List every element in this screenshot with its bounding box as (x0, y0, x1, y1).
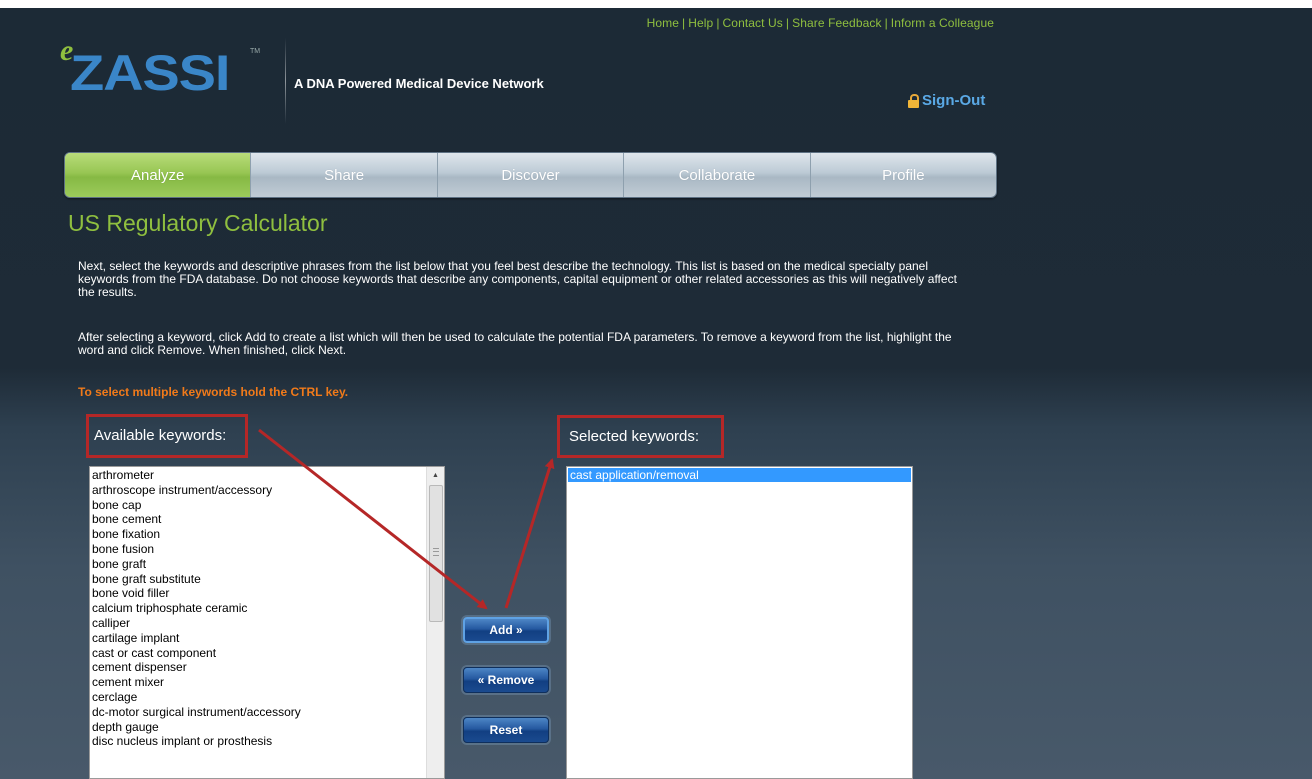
selected-keywords-items: cast application/removal (567, 468, 912, 482)
available-keyword-option[interactable]: cerclage (92, 690, 444, 705)
contact-us-link[interactable]: Contact Us (723, 16, 783, 30)
available-keyword-option[interactable]: cement mixer (92, 675, 444, 690)
tab-collaborate[interactable]: Collaborate (624, 153, 811, 197)
available-keywords-items: arthrometer arthroscope instrument/access… (90, 467, 444, 749)
ezassi-logo[interactable]: e ZASSI TM (60, 34, 260, 110)
available-keyword-option[interactable]: disc nucleus implant or prosthesis (92, 734, 444, 749)
available-keyword-option[interactable]: cast or cast component (92, 646, 444, 661)
available-list-scrollbar[interactable]: ▲ (426, 467, 444, 778)
available-keyword-option[interactable]: bone graft (92, 557, 444, 572)
separator: | (785, 16, 790, 30)
top-links: Home | Help | Contact Us | Share Feedback | Info… (647, 16, 994, 30)
main-nav: Analyze Share Discover Collaborate Profi… (64, 152, 997, 198)
logo-wordmark: ZASSI (70, 45, 230, 101)
available-keyword-option[interactable]: bone fusion (92, 542, 444, 557)
inform-colleague-link[interactable]: Inform a Colleague (891, 16, 994, 30)
available-keyword-option[interactable]: arthrometer (92, 468, 444, 483)
ctrl-key-hint: To select multiple keywords hold the CTR… (78, 385, 349, 399)
header-divider (285, 38, 286, 124)
add-button[interactable]: Add » (463, 617, 549, 643)
separator: | (716, 16, 720, 30)
available-keyword-option[interactable]: bone graft substitute (92, 572, 444, 587)
selected-keywords-label: Selected keywords: (569, 428, 700, 445)
available-keyword-option[interactable]: bone cap (92, 498, 444, 513)
separator: | (884, 16, 888, 30)
available-keyword-option[interactable]: depth gauge (92, 720, 444, 735)
available-keyword-option[interactable]: calcium triphosphate ceramic (92, 601, 444, 616)
available-keyword-option[interactable]: bone void filler (92, 586, 444, 601)
arrow-add-to-selected (504, 458, 555, 609)
page: Home | Help | Contact Us | Share Feedback | Info… (0, 8, 1312, 779)
scrollbar-thumb[interactable] (429, 485, 443, 622)
tab-profile[interactable]: Profile (811, 153, 996, 197)
share-feedback-link[interactable]: Share Feedback (792, 16, 881, 30)
tagline: A DNA Powered Medical Device Network (294, 76, 544, 91)
page-title: US Regulatory Calculator (68, 210, 328, 236)
sign-out-link[interactable]: Sign-Out (908, 92, 985, 109)
tab-discover[interactable]: Discover (438, 153, 625, 197)
scroll-up-arrow-icon[interactable]: ▲ (427, 467, 444, 484)
available-keyword-option[interactable]: dc-motor surgical instrument/accessory (92, 705, 444, 720)
available-keyword-option[interactable]: arthroscope instrument/accessory (92, 483, 444, 498)
home-link[interactable]: Home (647, 16, 679, 30)
available-keyword-option[interactable]: cement dispenser (92, 660, 444, 675)
available-keyword-option[interactable]: calliper (92, 616, 444, 631)
selected-keyword-option[interactable]: cast application/removal (568, 468, 911, 482)
available-keyword-option[interactable]: bone cement (92, 512, 444, 527)
selected-keywords-list[interactable]: cast application/removal (566, 466, 913, 779)
available-keywords-list[interactable]: arthrometer arthroscope instrument/access… (89, 466, 445, 779)
instructions-paragraph-2: After selecting a keyword, click Add to … (78, 330, 952, 357)
available-keyword-option[interactable]: bone fixation (92, 527, 444, 542)
tab-analyze[interactable]: Analyze (65, 153, 252, 197)
sign-out-label: Sign-Out (922, 92, 986, 109)
separator: | (682, 16, 686, 30)
remove-button[interactable]: « Remove (463, 667, 549, 693)
available-keyword-option[interactable]: cartilage implant (92, 631, 444, 646)
available-keywords-label: Available keywords: (94, 427, 227, 444)
instructions-paragraph-1: Next, select the keywords and descriptiv… (78, 259, 957, 299)
logo-trademark: TM (250, 48, 261, 55)
lock-icon (908, 93, 919, 108)
reset-button[interactable]: Reset (463, 717, 549, 743)
help-link[interactable]: Help (688, 16, 713, 30)
tab-share[interactable]: Share (251, 153, 438, 197)
grip-icon (433, 548, 439, 556)
